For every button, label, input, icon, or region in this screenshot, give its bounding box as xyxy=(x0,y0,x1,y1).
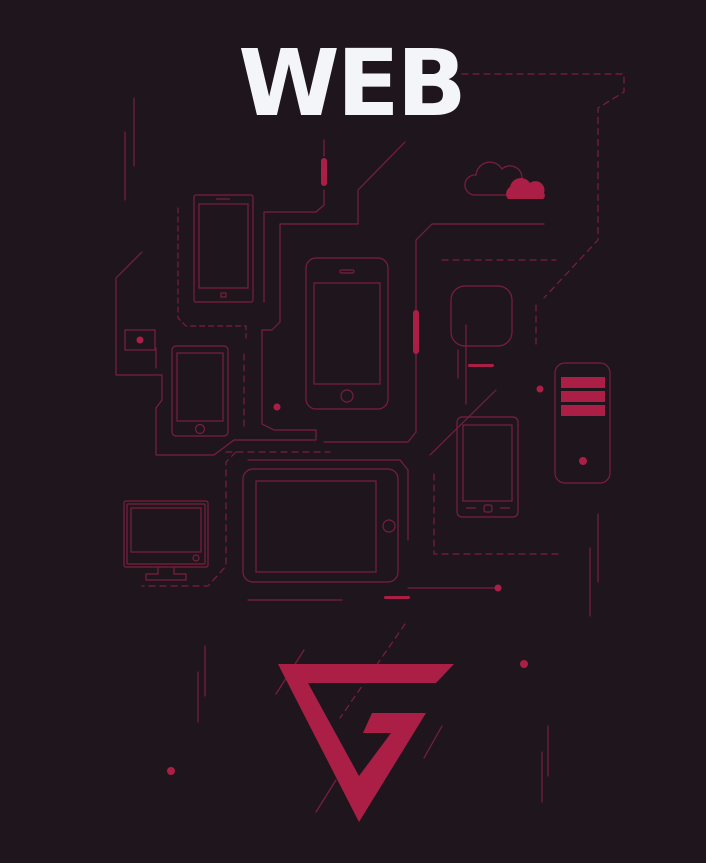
small-phone-icon xyxy=(171,345,229,437)
cloud-icon xyxy=(464,161,545,199)
trace xyxy=(115,141,406,456)
accent-pill xyxy=(321,158,327,186)
triangle-g-logo xyxy=(278,664,454,822)
trace xyxy=(247,459,409,541)
deco-line xyxy=(315,779,337,813)
accent-dash xyxy=(384,596,410,599)
accent-dot xyxy=(536,385,544,393)
accent-dot xyxy=(273,403,281,411)
server-icon xyxy=(554,362,611,484)
poster: WEB xyxy=(0,0,706,863)
accent-dot xyxy=(167,767,175,775)
dashed-route xyxy=(141,451,237,587)
desktop-monitor-icon xyxy=(123,500,209,581)
accent-dot xyxy=(520,660,528,668)
accent-pill xyxy=(413,310,419,354)
dashed-route xyxy=(433,473,563,555)
windows-phone-icon xyxy=(193,194,254,303)
accent-dash xyxy=(468,364,494,367)
dashed-route xyxy=(177,207,247,339)
trace xyxy=(263,189,325,303)
iphone-icon xyxy=(305,257,389,410)
tablet-icon xyxy=(242,468,399,583)
accent-dot xyxy=(494,584,502,592)
accent-dot xyxy=(136,336,144,344)
circuit-illustration xyxy=(115,73,625,822)
rounded-square-icon xyxy=(450,285,513,347)
android-phone-icon xyxy=(456,416,519,518)
deco-line xyxy=(423,725,443,759)
